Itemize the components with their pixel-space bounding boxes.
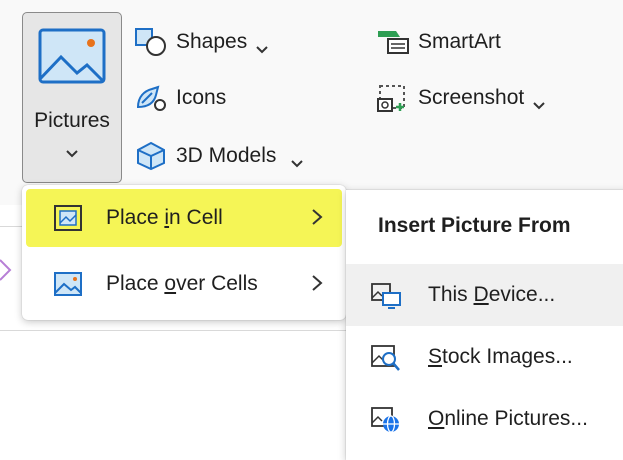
this-device-icon [370,281,402,311]
shape-fragment [0,258,24,282]
stock-images-label: Stock Images... [428,345,573,368]
smartart-label: SmartArt [418,30,501,53]
pictures-dropdown-menu: Place in Cell Place over Cells [22,185,346,320]
3d-models-button[interactable]: 3D Models [134,137,304,175]
shapes-icon [134,27,168,57]
online-pictures-icon [370,405,402,435]
chevron-right-icon [310,273,324,293]
3d-models-icon [134,141,168,171]
gridline [0,330,350,331]
icons-label: Icons [176,86,227,109]
shapes-button[interactable]: Shapes [134,23,269,61]
icons-icon [134,83,168,113]
stock-images-icon [370,343,402,373]
place-over-cells-item[interactable]: Place over Cells [26,255,342,313]
this-device-label: This Device... [428,283,556,306]
smartart-icon [376,27,410,57]
place-over-cells-label: Place over Cells [106,272,258,295]
chevron-down-icon [255,37,269,54]
ribbon: Pictures Shapes Icons 3D Models SmartArt… [0,0,623,206]
shapes-label: Shapes [176,30,248,53]
screenshot-icon [376,83,410,113]
this-device-item[interactable]: This Device... [346,264,623,326]
chevron-right-icon [310,207,324,227]
pictures-icon [37,27,107,87]
screenshot-button[interactable]: Screenshot [376,79,546,117]
online-pictures-label: Online Pictures... [428,407,588,430]
submenu-header: Insert Picture From [378,214,571,237]
place-over-cells-icon [54,271,82,297]
online-pictures-item[interactable]: Online Pictures... [346,388,623,450]
icons-button[interactable]: Icons [134,79,226,117]
screenshot-label: Screenshot [418,86,525,109]
chevron-down-icon [64,147,80,159]
smartart-button[interactable]: SmartArt [376,23,501,61]
place-in-cell-icon [54,205,82,231]
pictures-button[interactable]: Pictures [22,12,122,183]
pictures-label: Pictures [34,109,110,132]
chevron-down-icon [532,93,546,110]
3d-models-label: 3D Models [176,144,277,167]
chevron-down-icon [290,151,304,168]
place-in-cell-item[interactable]: Place in Cell [26,189,342,247]
place-in-cell-label: Place in Cell [106,206,223,229]
stock-images-item[interactable]: Stock Images... [346,326,623,388]
insert-picture-from-submenu: Insert Picture From This Device... Stock… [346,190,623,460]
